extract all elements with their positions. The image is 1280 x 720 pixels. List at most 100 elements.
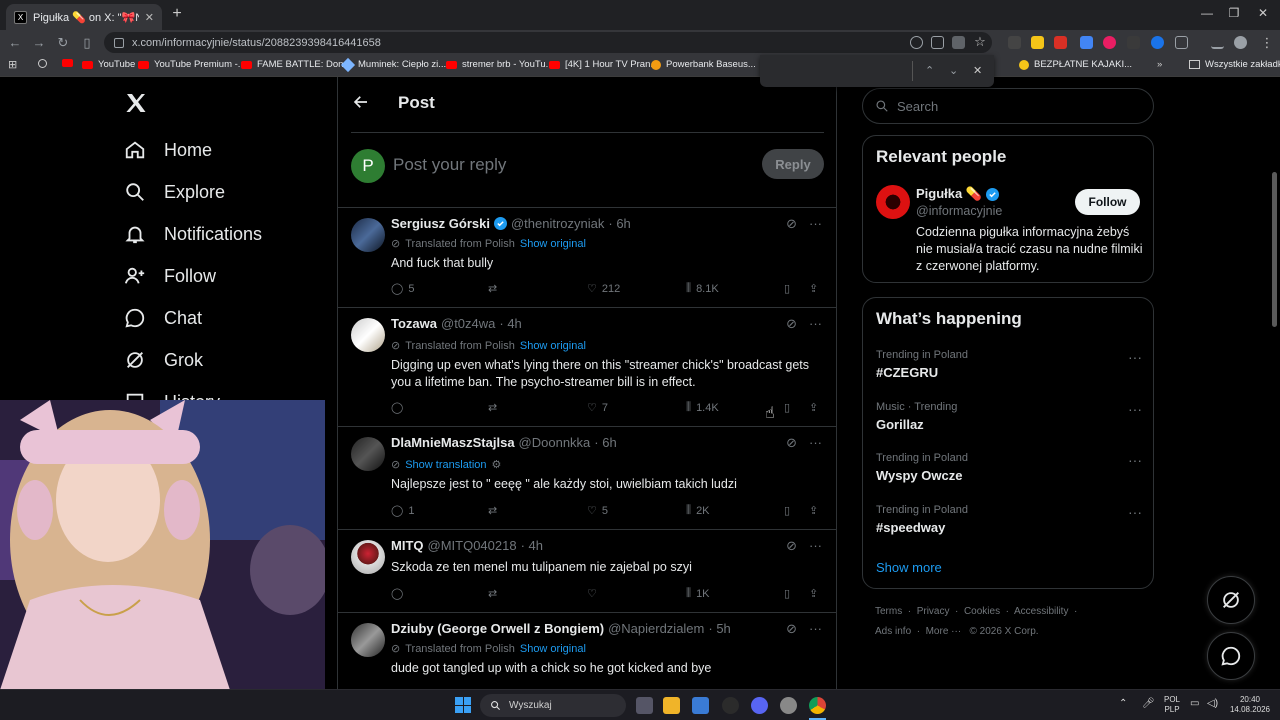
x-logo-icon[interactable]: [124, 91, 148, 115]
taskbar-search[interactable]: Wyszukaj: [480, 694, 626, 717]
repost-action[interactable]: ⇄: [488, 401, 502, 414]
reply-action[interactable]: ◯: [391, 587, 408, 600]
github-icon[interactable]: [722, 697, 739, 714]
extension-icon-4[interactable]: [1080, 36, 1093, 49]
more-icon[interactable]: ···: [809, 621, 822, 637]
extension-icon-5[interactable]: [1103, 36, 1116, 49]
post-time[interactable]: · 5h: [708, 621, 730, 636]
browser-tab[interactable]: X Pigułka 💊 on X: "🎀Na strimie ✕: [6, 4, 162, 30]
show-original-link[interactable]: Show original: [520, 643, 586, 655]
bookmark-youtube-premium[interactable]: YouTube Premium -...: [138, 59, 246, 70]
clock[interactable]: 20:40 14.08.2026: [1228, 695, 1272, 715]
nav-follow[interactable]: Follow: [124, 265, 216, 287]
reply-action[interactable]: ◯: [391, 401, 408, 414]
footer-more[interactable]: More ···: [926, 626, 962, 637]
bookmark-stremer-brb[interactable]: stremer brb - YouTu...: [446, 59, 554, 70]
volume-icon[interactable]: ◁): [1207, 699, 1218, 709]
like-action[interactable]: ♡ 7: [587, 401, 608, 415]
more-icon[interactable]: ···: [809, 538, 822, 554]
post-item[interactable]: Sergiusz Górski @thenitrozyniak · 6h ⊘ ·…: [338, 207, 836, 307]
post-item[interactable]: DlaMnieMaszStajlsa @Doonnkka · 6h ⊘ ··· …: [338, 426, 836, 529]
avatar[interactable]: [351, 218, 385, 252]
post-time[interactable]: · 6h: [608, 216, 630, 231]
bookmark-icon[interactable]: ▯: [784, 401, 790, 414]
bookmark-fame-battle[interactable]: FAME BATTLE: Don...: [241, 59, 351, 70]
grok-icon[interactable]: ⊘: [786, 316, 797, 332]
install-icon[interactable]: [931, 36, 944, 49]
author-name[interactable]: DlaMnieMaszStajlsa: [391, 435, 515, 450]
bookmark-icon[interactable]: ▯: [784, 504, 790, 517]
footer-ads-info[interactable]: Ads info: [875, 626, 911, 637]
more-icon[interactable]: ···: [1128, 349, 1142, 365]
footer-terms[interactable]: Terms: [875, 606, 902, 617]
settings-icon[interactable]: [780, 697, 797, 714]
reply-input[interactable]: Post your reply: [393, 155, 506, 175]
nav-explore[interactable]: Explore: [124, 181, 225, 203]
bookmark-muminek[interactable]: Muminek: Ciepło zi...: [340, 57, 446, 72]
show-original-link[interactable]: Show original: [520, 340, 586, 352]
forward-icon[interactable]: →: [30, 34, 48, 52]
post-item[interactable]: Tozawa @t0z4wa · 4h ⊘ ··· ⊘ Translated f…: [338, 307, 836, 426]
nav-home[interactable]: Home: [124, 139, 212, 161]
extension-icon-6[interactable]: [1127, 36, 1140, 49]
share-icon[interactable]: ⇪: [809, 504, 818, 517]
reload-icon[interactable]: ↻: [54, 34, 72, 52]
reader-icon[interactable]: [952, 36, 965, 49]
trend-item[interactable]: Trending in Poland Wyspy Owcze ···: [876, 452, 1142, 483]
profile-avatar-icon[interactable]: [1234, 36, 1247, 49]
like-action[interactable]: ♡ 5: [587, 504, 608, 518]
author-name[interactable]: Dziuby (George Orwell z Bongiem): [391, 621, 604, 636]
show-original-link[interactable]: Show original: [520, 238, 586, 250]
find-next-icon[interactable]: ⌄: [949, 64, 958, 77]
zoom-icon[interactable]: [910, 36, 923, 49]
back-icon[interactable]: ←: [6, 34, 24, 52]
tray-overflow-icon[interactable]: ⌃: [1119, 699, 1127, 709]
new-tab-button[interactable]: +: [168, 5, 186, 23]
avatar[interactable]: [351, 318, 385, 352]
footer-accessibility[interactable]: Accessibility: [1014, 606, 1068, 617]
close-window-icon[interactable]: ✕: [1253, 6, 1273, 20]
task-view-icon[interactable]: [636, 697, 653, 714]
trend-item[interactable]: Music · Trending Gorillaz ···: [876, 401, 1142, 432]
views-action[interactable]: ⫼ 2K: [686, 504, 710, 517]
show-translation-link[interactable]: Show translation: [405, 459, 486, 471]
bookmark-youtube-label[interactable]: YouTube: [82, 59, 135, 70]
user-avatar[interactable]: P: [351, 149, 385, 183]
views-action[interactable]: ⫼ 1.4K: [686, 401, 719, 414]
tab-close-icon[interactable]: ✕: [145, 11, 154, 24]
grok-icon[interactable]: ⊘: [786, 538, 797, 554]
bookmark-icon[interactable]: ▯: [784, 587, 790, 600]
apps-grid-icon[interactable]: ⊞: [8, 58, 17, 71]
extension-icon-1[interactable]: [1008, 36, 1021, 49]
repost-action[interactable]: ⇄: [488, 282, 502, 295]
extension-icon-7[interactable]: [1151, 36, 1164, 49]
nav-notifications[interactable]: Notifications: [124, 223, 262, 245]
bookmark-tv-prank[interactable]: [4K] 1 Hour TV Pran...: [549, 59, 658, 70]
site-info-icon[interactable]: [114, 37, 124, 48]
more-icon[interactable]: ···: [1128, 452, 1142, 468]
views-action[interactable]: ⫼ 8.1K: [686, 282, 719, 295]
find-close-icon[interactable]: ✕: [973, 64, 982, 77]
bookmark-powerbank[interactable]: Powerbank Baseus...: [651, 59, 756, 70]
author-name[interactable]: Sergiusz Górski: [391, 216, 490, 231]
find-previous-icon[interactable]: ⌃: [925, 64, 934, 77]
chrome-icon[interactable]: [809, 697, 826, 714]
settings-gear-icon[interactable]: ⚙: [492, 458, 502, 471]
share-icon[interactable]: ⇪: [809, 401, 818, 414]
avatar[interactable]: [351, 437, 385, 471]
relevant-name[interactable]: Pigułka 💊: [916, 186, 1000, 202]
post-time[interactable]: · 6h: [594, 435, 616, 450]
repost-action[interactable]: ⇄: [488, 587, 502, 600]
reply-action[interactable]: ◯ 5: [391, 282, 414, 296]
post-item[interactable]: Dziuby (George Orwell z Bongiem) @Napier…: [338, 612, 836, 689]
relevant-handle[interactable]: @informacyjnie: [916, 204, 1002, 218]
more-icon[interactable]: ···: [809, 435, 822, 451]
media-icon[interactable]: [1211, 36, 1224, 49]
like-action[interactable]: ♡: [587, 587, 602, 600]
author-name[interactable]: Tozawa: [391, 316, 437, 331]
bookmark-kajaki[interactable]: BEZPŁATNE KAJAKI...: [1019, 59, 1132, 70]
views-action[interactable]: ⫼ 1K: [686, 587, 710, 600]
address-bar[interactable]: x.com/informacyjnie/status/2088239398416…: [104, 32, 992, 53]
more-icon[interactable]: ···: [1128, 401, 1142, 417]
share-icon[interactable]: ⇪: [809, 282, 818, 295]
